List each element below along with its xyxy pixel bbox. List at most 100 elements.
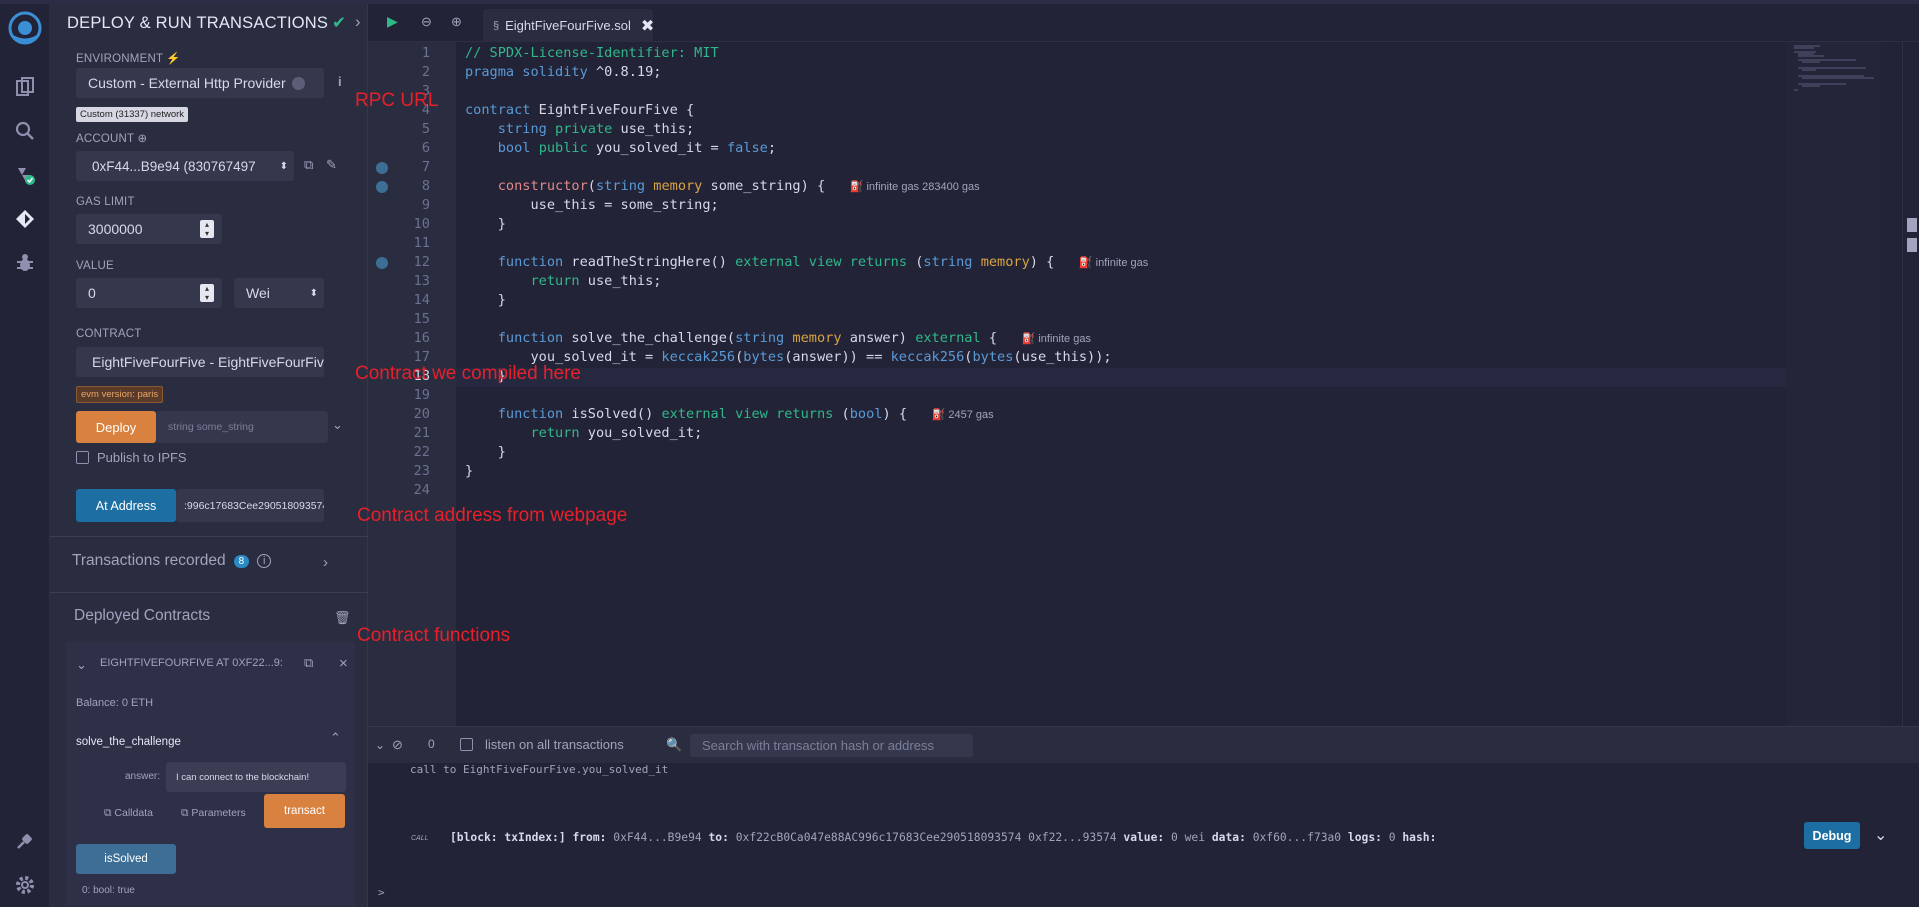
line-number: 24 xyxy=(413,482,430,498)
debugger-icon[interactable] xyxy=(10,248,40,278)
value-unit-select[interactable]: Wei ⬍ xyxy=(234,278,324,308)
terminal-toolbar: ⌄ ⊘ 0 listen on all transactions 🔍 Searc… xyxy=(368,727,1919,763)
code-line: use_this = some_string; xyxy=(465,197,719,213)
zoom-out-icon[interactable]: ⊖ xyxy=(421,14,432,30)
trash-icon[interactable]: 🗑 xyxy=(334,610,351,626)
close-icon[interactable]: ✖ xyxy=(641,16,654,36)
info-icon[interactable]: i xyxy=(338,74,342,89)
environment-select[interactable]: Custom - External Http Provider xyxy=(76,68,324,98)
code-line: // SPDX-License-Identifier: MIT xyxy=(465,45,719,61)
listen-all-checkbox[interactable] xyxy=(460,738,473,751)
code-line: return use_this; xyxy=(530,273,662,289)
at-address-button[interactable]: At Address xyxy=(76,489,176,522)
transact-button[interactable]: transact xyxy=(264,794,345,828)
stepper-icon[interactable]: ▴ ▾ xyxy=(200,284,214,302)
panel-title-text: DEPLOY & RUN TRANSACTIONS xyxy=(67,14,329,32)
answer-label: answer: xyxy=(125,771,161,782)
check-icon: ✔ xyxy=(332,14,347,32)
account-select[interactable]: 0xF44...B9e94 (830767497 ⬍ xyxy=(76,151,294,181)
deploy-args-input[interactable]: string some_string xyxy=(156,411,328,443)
gas-hint: ⛽ 2457 gas xyxy=(931,409,994,421)
answer-input[interactable]: I can connect to the blockchain! xyxy=(166,762,346,792)
select-arrows-icon: ⬍ xyxy=(279,160,288,172)
plugin-manager-icon[interactable] xyxy=(10,826,40,856)
is-solved-button[interactable]: isSolved xyxy=(76,844,176,874)
listen-all-row[interactable]: listen on all transactions xyxy=(460,737,624,752)
annotation-rpc-url: RPC URL xyxy=(355,90,439,111)
edit-icon[interactable]: ✎ xyxy=(326,157,337,173)
line-number: 15 xyxy=(413,311,430,327)
copy-icon[interactable]: ⧉ xyxy=(304,157,313,173)
call-tag: CALL xyxy=(411,835,429,842)
contract-select[interactable]: EightFiveFourFive - EightFiveFourFive xyxy=(76,347,324,377)
console-prompt[interactable]: > xyxy=(378,886,385,899)
clear-console-icon[interactable]: ⊘ xyxy=(392,737,403,753)
search-icon: 🔍 xyxy=(666,737,683,752)
line-number: 7 xyxy=(421,159,430,175)
transaction-search-input[interactable]: Search with transaction hash or address xyxy=(690,734,973,757)
editor-tabbar: ▶ ⊖ ⊕ § EightFiveFourFive.sol ✖ xyxy=(368,4,1919,42)
annotation-contract-address: Contract address from webpage xyxy=(357,505,628,526)
code-line: return you_solved_it; xyxy=(530,425,703,441)
annotation-contract-compiled: Contract we compiled here xyxy=(355,363,581,384)
collapse-terminal-icon[interactable]: ⌄ xyxy=(375,738,385,752)
plus-circle-icon[interactable]: ⊕ xyxy=(137,133,147,145)
deploy-run-icon[interactable] xyxy=(10,204,40,234)
info-icon[interactable]: i xyxy=(257,554,272,568)
instance-title: EIGHTFIVEFOURFIVE AT 0XF22...9: xyxy=(100,657,283,669)
file-explorer-icon[interactable] xyxy=(10,72,40,102)
line-number: 21 xyxy=(413,425,430,441)
calldata-button[interactable]: ⧉ Calldata xyxy=(104,807,153,820)
close-icon[interactable]: × xyxy=(339,655,348,672)
tab-eightfivefourfive[interactable]: § EightFiveFourFive.sol ✖ xyxy=(483,9,654,42)
line-number: 14 xyxy=(413,292,430,308)
chevron-down-icon[interactable]: ⌄ xyxy=(332,417,343,433)
publish-ipfs-row[interactable]: Publish to IPFS xyxy=(76,450,187,465)
remix-logo-icon[interactable] xyxy=(7,10,43,46)
line-number: 5 xyxy=(421,121,430,137)
chevron-down-icon[interactable]: ⌄ xyxy=(76,657,87,673)
line-number: 11 xyxy=(413,235,430,251)
line-number: 9 xyxy=(421,197,430,213)
at-address-input[interactable]: :996c17683Cee290518093574 xyxy=(176,489,324,522)
publish-ipfs-checkbox[interactable] xyxy=(76,451,89,464)
transactions-recorded-row[interactable]: Transactions recorded 8 i xyxy=(72,552,272,570)
chevron-down-icon[interactable]: ⌄ xyxy=(1874,825,1887,845)
solidity-compiler-icon[interactable] xyxy=(10,160,40,190)
code-line: function isSolved() external view return… xyxy=(497,406,994,422)
stepper-icon[interactable]: ▴ ▾ xyxy=(200,220,214,238)
code-line: } xyxy=(465,216,506,232)
copy-icon: ⧉ xyxy=(104,807,115,819)
editor-scrollbar[interactable] xyxy=(1902,42,1919,726)
zoom-in-icon[interactable]: ⊕ xyxy=(451,14,462,30)
pending-count: 0 xyxy=(428,737,435,751)
settings-gear-icon[interactable] xyxy=(10,870,40,900)
code-editor[interactable]: // SPDX-License-Identifier: MIT pragma s… xyxy=(456,42,1919,726)
code-minimap[interactable] xyxy=(1786,42,1881,726)
deployed-instance: ⌄ EIGHTFIVEFOURFIVE AT 0XF22...9: ⧉ × Ba… xyxy=(66,642,355,906)
environment-label: ENVIRONMENT ⚡ xyxy=(76,53,181,65)
debug-button[interactable]: Debug xyxy=(1804,822,1860,849)
line-number: 23 xyxy=(413,463,430,479)
select-arrows-icon: ⬍ xyxy=(309,287,318,299)
code-line: } xyxy=(465,463,474,479)
transaction-log-entry[interactable]: [block: txIndex:] from: 0xF44...B9e94 to… xyxy=(450,831,1436,844)
network-badge: Custom (31337) network xyxy=(76,107,189,122)
chevron-up-icon[interactable]: ⌃ xyxy=(330,730,341,746)
value-input[interactable]: 0 ▴ ▾ xyxy=(76,278,222,308)
transactions-count-badge: 8 xyxy=(233,554,250,568)
scrollbar-thumb[interactable] xyxy=(1907,218,1917,232)
account-label: ACCOUNT ⊕ xyxy=(76,133,148,145)
line-number: 6 xyxy=(421,140,430,156)
file-icon: § xyxy=(493,19,500,32)
deploy-button[interactable]: Deploy xyxy=(76,411,156,443)
copy-icon[interactable]: ⧉ xyxy=(304,655,313,671)
chevron-right-icon[interactable]: › xyxy=(323,554,328,571)
select-arrows-icon xyxy=(291,76,305,90)
deploy-run-panel: DEPLOY & RUN TRANSACTIONS ✔ › ENVIRONMENT… xyxy=(50,4,368,907)
search-icon[interactable] xyxy=(10,116,40,146)
parameters-button[interactable]: ⧉ Parameters xyxy=(181,807,246,820)
chevron-right-icon[interactable]: › xyxy=(355,13,361,32)
gas-limit-input[interactable]: 3000000 ▴ ▾ xyxy=(76,214,222,244)
run-play-icon[interactable]: ▶ xyxy=(387,13,398,30)
